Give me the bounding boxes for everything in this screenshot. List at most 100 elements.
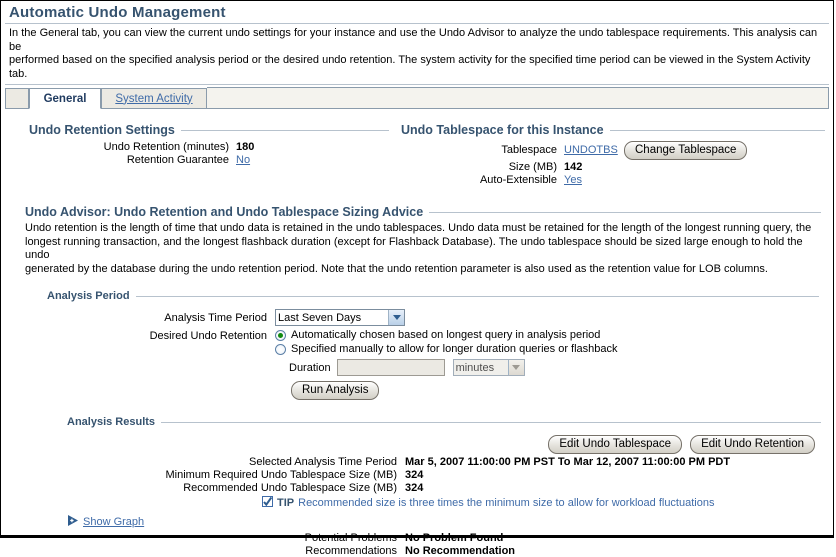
analysis-period-body: Analysis Time Period Last Seven Days Des… [47,309,819,400]
undo-advisor-section: Undo Advisor: Undo Retention and Undo Ta… [25,205,821,276]
selected-analysis-time-period-label: Selected Analysis Time Period [249,456,397,468]
analysis-period-heading-label: Analysis Period [47,290,130,302]
undo-retention-minutes-label: Undo Retention (minutes) [103,141,229,153]
undo-tablespace-heading: Undo Tablespace for this Instance [401,123,825,137]
automatic-undo-management-page: Automatic Undo Management In the General… [0,0,834,557]
heading-rule [609,129,825,131]
analysis-time-period-row: Analysis Time Period Last Seven Days [47,309,819,326]
undo-advisor-line-3: generated by the database during the und… [25,262,768,275]
desired-undo-retention-row: Desired Undo Retention Automatically cho… [47,329,819,400]
undo-advisor-line-1: Undo retention is the length of time tha… [25,222,812,234]
desired-undo-retention-options: Automatically chosen based on longest qu… [275,329,618,400]
analysis-results-heading: Analysis Results [67,416,821,428]
table-row: Recommended Undo Tablespace Size (MB) 32… [67,482,821,494]
intro-divider [5,84,829,85]
heading-rule [161,421,821,423]
radio-manual-icon[interactable] [275,343,286,355]
show-graph-control[interactable]: Show Graph [67,515,144,529]
tip-text: Recommended size is three times the mini… [298,497,715,509]
auto-extensible-link[interactable]: Yes [564,174,582,186]
table-row: Selected Analysis Time Period Mar 5, 200… [67,456,821,468]
radio-manual-label: Specified manually to allow for longer d… [291,343,618,355]
analysis-period-heading: Analysis Period [47,290,819,302]
analysis-results-buttons: Edit Undo Tablespace Edit Undo Retention [67,435,821,454]
radio-option-automatic[interactable]: Automatically chosen based on longest qu… [275,329,618,341]
undo-retention-minutes-value: 180 [236,141,255,153]
field-row: Tablespace UNDOTBS Change Tablespace [401,141,825,160]
tab-general-label: General [43,92,87,105]
undo-retention-settings-heading-label: Undo Retention Settings [29,123,175,137]
undo-advisor-description: Undo retention is the length of time tha… [25,222,821,276]
tip-label: TIP [277,497,295,509]
tab-bar-filler [207,87,829,108]
undo-tablespace-section: Undo Tablespace for this Instance Tables… [401,123,825,187]
auto-extensible-value: Yes [564,174,582,186]
edit-undo-tablespace-button[interactable]: Edit Undo Tablespace [548,435,683,454]
analysis-time-period-label: Analysis Time Period [164,311,267,324]
recommendations-value: No Recommendation [405,545,516,557]
tab-general[interactable]: General [29,88,101,109]
undo-retention-settings-fields: Undo Retention (minutes) 180 Retention G… [29,141,389,166]
heading-rule [180,129,389,131]
recommendations-label: Recommendations [305,545,397,557]
duration-input[interactable] [336,359,445,376]
analysis-time-period-select[interactable]: Last Seven Days [275,309,405,326]
undo-retention-settings-section: Undo Retention Settings Undo Retention (… [29,123,389,167]
retention-guarantee-link[interactable]: No [236,154,250,166]
tablespace-size-value: 142 [564,161,583,173]
page-intro: In the General tab, you can view the cur… [1,24,833,83]
field-row: Undo Retention (minutes) 180 [29,141,389,153]
retention-guarantee-label: Retention Guarantee [126,154,229,166]
retention-guarantee-value: No [236,154,250,166]
recommended-size-label: Recommended Undo Tablespace Size (MB) [183,482,397,494]
expand-arrow-icon [67,515,80,529]
tablespace-value: UNDOTBS [564,144,622,156]
tab-bar: General System Activity [5,87,829,109]
analysis-results-heading-label: Analysis Results [67,416,156,428]
page-title: Automatic Undo Management [9,4,226,21]
tablespace-size-label: Size (MB) [508,161,557,173]
desired-undo-retention-label: Desired Undo Retention [149,330,267,342]
minimum-required-size-value: 324 [405,469,424,481]
undo-advisor-heading-label: Undo Advisor: Undo Retention and Undo Ta… [25,205,424,219]
tablespace-label: Tablespace [501,144,557,156]
page-intro-line-1: In the General tab, you can view the cur… [9,27,818,53]
potential-problems-label: Potential Problems [304,532,397,544]
analysis-period-section: Analysis Period Analysis Time Period Las… [47,290,819,400]
undo-retention-settings-heading: Undo Retention Settings [29,123,389,137]
tip-row: TIP Recommended size is three times the … [262,496,821,510]
undo-advisor-heading: Undo Advisor: Undo Retention and Undo Ta… [25,205,821,219]
tab-system-activity-label: System Activity [115,92,193,105]
show-graph-link[interactable]: Show Graph [83,516,144,528]
duration-label: Duration [289,361,331,374]
edit-undo-retention-button[interactable]: Edit Undo Retention [690,435,815,454]
analysis-results-rows: Selected Analysis Time Period Mar 5, 200… [67,456,821,510]
settings-columns: Undo Retention Settings Undo Retention (… [1,123,833,189]
tab-system-activity[interactable]: System Activity [101,88,207,109]
field-row: Auto-Extensible Yes [401,174,825,186]
radio-option-manual[interactable]: Specified manually to allow for longer d… [275,343,618,355]
analysis-time-period-select-wrapper: Last Seven Days [275,309,405,326]
run-analysis-row: Run Analysis [291,381,618,400]
duration-row: Duration minutes [289,359,618,376]
run-analysis-button[interactable]: Run Analysis [291,381,380,400]
table-row: Recommendations No Recommendation [67,545,821,557]
tip-check-icon [262,496,273,510]
duration-unit-select[interactable]: minutes [452,359,525,376]
change-tablespace-button[interactable]: Change Tablespace [624,141,748,160]
page-intro-line-2: performed based on the specified analysi… [9,54,811,80]
tablespace-link[interactable]: UNDOTBS [564,144,618,156]
radio-automatic-icon[interactable] [275,329,286,341]
table-row: Minimum Required Undo Tablespace Size (M… [67,469,821,481]
undo-advisor-line-2: longest running transaction, and the lon… [25,235,803,262]
auto-extensible-label: Auto-Extensible [479,174,557,186]
undo-tablespace-fields: Tablespace UNDOTBS Change Tablespace Siz… [401,141,825,186]
table-row: Potential Problems No Problem Found [67,532,821,544]
heading-rule [135,295,819,297]
duration-unit-select-wrapper: minutes [452,359,525,376]
radio-automatic-label: Automatically chosen based on longest qu… [291,329,601,341]
recommended-size-value: 324 [405,482,424,494]
field-row: Retention Guarantee No [29,154,389,166]
field-row: Size (MB) 142 [401,161,825,173]
minimum-required-size-label: Minimum Required Undo Tablespace Size (M… [165,469,397,481]
